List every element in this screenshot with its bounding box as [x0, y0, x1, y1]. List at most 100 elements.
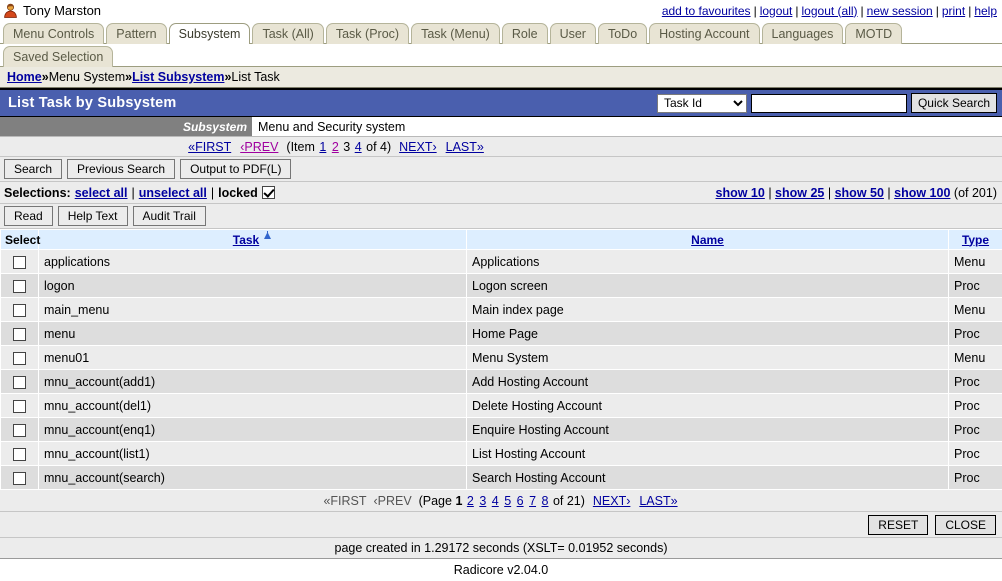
column-header-select: Select	[1, 230, 39, 250]
link-new-session[interactable]: new session	[867, 4, 933, 18]
table-row[interactable]: menu01Menu SystemMenu	[1, 346, 1002, 370]
tab-pattern[interactable]: Pattern	[106, 23, 166, 44]
table-row[interactable]: mnu_account(add1)Add Hosting AccountProc	[1, 370, 1002, 394]
column-header-name[interactable]: Name	[467, 230, 949, 250]
tab-menu-controls[interactable]: Menu Controls	[3, 23, 104, 44]
select-all-link[interactable]: select all	[75, 186, 128, 200]
item-pager-first[interactable]: «FIRST	[188, 140, 231, 154]
tab-subsystem[interactable]: Subsystem	[169, 23, 251, 44]
quick-search-field-select[interactable]: Task Id	[657, 94, 747, 113]
breadcrumb-list-subsystem[interactable]: List Subsystem	[132, 70, 224, 84]
reset-button[interactable]: RESET	[868, 515, 928, 535]
row-select-cell[interactable]	[1, 418, 39, 442]
help-text-button[interactable]: Help Text	[58, 206, 128, 226]
page-pager-page-2[interactable]: 2	[467, 494, 474, 508]
audit-trail-button[interactable]: Audit Trail	[133, 206, 206, 226]
sort-link-task[interactable]: Task	[233, 233, 259, 247]
cell-name: List Hosting Account	[467, 442, 949, 466]
row-select-cell[interactable]	[1, 298, 39, 322]
table-row[interactable]: applicationsApplicationsMenu	[1, 250, 1002, 274]
close-button[interactable]: CLOSE	[935, 515, 996, 535]
link-logout-all[interactable]: logout (all)	[802, 4, 858, 18]
item-pager-item-1[interactable]: 1	[319, 140, 326, 154]
link-help[interactable]: help	[974, 4, 997, 18]
tab-task-menu[interactable]: Task (Menu)	[411, 23, 500, 44]
show-25-link[interactable]: show 25	[775, 186, 824, 200]
page-pager-next[interactable]: NEXT›	[593, 494, 631, 508]
row-checkbox[interactable]	[13, 352, 26, 365]
row-checkbox[interactable]	[13, 328, 26, 341]
row-checkbox[interactable]	[13, 280, 26, 293]
row-select-cell[interactable]	[1, 394, 39, 418]
link-logout[interactable]: logout	[760, 4, 793, 18]
row-checkbox[interactable]	[13, 304, 26, 317]
locked-checkbox[interactable]	[262, 186, 275, 199]
show-100-link[interactable]: show 100	[894, 186, 950, 200]
page-pager-page-6[interactable]: 6	[517, 494, 524, 508]
tab-task-all[interactable]: Task (All)	[252, 23, 323, 44]
link-add-to-favourites[interactable]: add to favourites	[662, 4, 751, 18]
quick-search-input[interactable]	[751, 94, 907, 113]
page-pager-page-4[interactable]: 4	[492, 494, 499, 508]
tab-user[interactable]: User	[550, 23, 596, 44]
column-header-task[interactable]: Task	[39, 230, 467, 250]
tab-hosting-account[interactable]: Hosting Account	[649, 23, 759, 44]
total-record-count: (of 201)	[954, 186, 997, 200]
unselect-all-link[interactable]: unselect all	[139, 186, 207, 200]
table-row[interactable]: mnu_account(search)Search Hosting Accoun…	[1, 466, 1002, 490]
tab-role[interactable]: Role	[502, 23, 548, 44]
tab-motd[interactable]: MOTD	[845, 23, 902, 44]
row-select-cell[interactable]	[1, 274, 39, 298]
row-checkbox[interactable]	[13, 400, 26, 413]
quick-search-button[interactable]: Quick Search	[911, 93, 997, 113]
table-row[interactable]: mnu_account(del1)Delete Hosting AccountP…	[1, 394, 1002, 418]
table-row[interactable]: logonLogon screenProc	[1, 274, 1002, 298]
search-button[interactable]: Search	[4, 159, 62, 179]
page-pager-page-5[interactable]: 5	[504, 494, 511, 508]
link-print[interactable]: print	[942, 4, 965, 18]
sort-link-name[interactable]: Name	[691, 233, 724, 247]
row-select-cell[interactable]	[1, 346, 39, 370]
tab-task-proc[interactable]: Task (Proc)	[326, 23, 409, 44]
table-row[interactable]: mnu_account(list1)List Hosting AccountPr…	[1, 442, 1002, 466]
item-pager-item-4[interactable]: 4	[355, 140, 362, 154]
row-checkbox[interactable]	[13, 472, 26, 485]
page-pager-last[interactable]: LAST»	[639, 494, 677, 508]
cell-name: Add Hosting Account	[467, 370, 949, 394]
item-pager-last[interactable]: LAST»	[446, 140, 484, 154]
show-50-link[interactable]: show 50	[835, 186, 884, 200]
table-row[interactable]: main_menuMain index pageMenu	[1, 298, 1002, 322]
subsystem-info-label: Subsystem	[0, 117, 252, 136]
item-pager-item-2[interactable]: 2	[332, 140, 339, 154]
tab-todo[interactable]: ToDo	[598, 23, 647, 44]
row-select-cell[interactable]	[1, 442, 39, 466]
read-button[interactable]: Read	[4, 206, 53, 226]
row-select-cell[interactable]	[1, 250, 39, 274]
row-checkbox[interactable]	[13, 376, 26, 389]
page-pager-page-7[interactable]: 7	[529, 494, 536, 508]
row-select-cell[interactable]	[1, 370, 39, 394]
table-row[interactable]: menuHome PageProc	[1, 322, 1002, 346]
selections-left: Selections: select all | unselect all | …	[4, 186, 275, 200]
item-pager-next[interactable]: NEXT›	[399, 140, 437, 154]
breadcrumb-home[interactable]: Home	[7, 70, 42, 84]
row-checkbox[interactable]	[13, 256, 26, 269]
output-to-pdf-button[interactable]: Output to PDF(L)	[180, 159, 291, 179]
locked-label: locked	[218, 186, 258, 200]
previous-search-button[interactable]: Previous Search	[67, 159, 175, 179]
item-pager-prev[interactable]: ‹PREV	[240, 140, 278, 154]
breadcrumb-separator-1: »	[42, 70, 49, 84]
column-header-type[interactable]: Type	[949, 230, 1002, 250]
page-pager-page-3[interactable]: 3	[479, 494, 486, 508]
row-checkbox[interactable]	[13, 424, 26, 437]
sort-link-type[interactable]: Type	[962, 233, 989, 247]
row-select-cell[interactable]	[1, 322, 39, 346]
show-10-link[interactable]: show 10	[716, 186, 765, 200]
page-pager-page-8[interactable]: 8	[542, 494, 549, 508]
tab-saved-selection[interactable]: Saved Selection	[3, 46, 113, 67]
row-select-cell[interactable]	[1, 466, 39, 490]
tab-languages[interactable]: Languages	[762, 23, 844, 44]
table-row[interactable]: mnu_account(enq1)Enquire Hosting Account…	[1, 418, 1002, 442]
show-pipe-3: |	[887, 186, 890, 200]
row-checkbox[interactable]	[13, 448, 26, 461]
